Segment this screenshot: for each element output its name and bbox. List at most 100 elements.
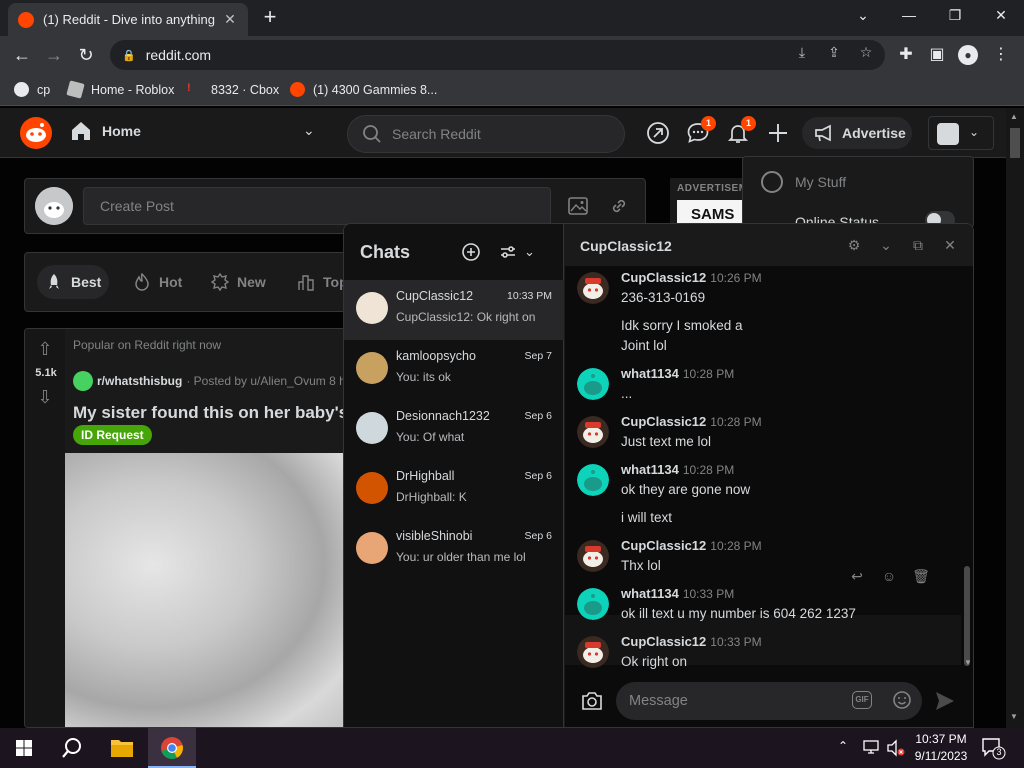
- sort-hot-tab[interactable]: Hot: [125, 265, 190, 299]
- chat-message[interactable]: CupClassic12 10:26 PM 236-313-0169 Idk sorr…: [565, 270, 961, 353]
- chat-list-item[interactable]: Desionnach1232 Sep 6 You: Of what: [344, 400, 564, 460]
- filter-icon[interactable]: [498, 242, 518, 262]
- chat-list-item[interactable]: DrHighball Sep 6 DrHighball: K: [344, 460, 564, 520]
- chat-message[interactable]: what1134 10:28 PM ok they are gone now i wi…: [565, 462, 961, 525]
- popular-arrow-icon[interactable]: [646, 121, 670, 145]
- chat-message[interactable]: what1134 10:28 PM...: [565, 366, 961, 414]
- chat-message[interactable]: CupClassic12 10:28 PM Just text me lol: [565, 414, 961, 462]
- extensions-puzzle-icon[interactable]: ✚: [895, 44, 917, 66]
- chat-list-title: Chats: [360, 242, 411, 262]
- message-author[interactable]: CupClassic12 10:26 PM: [621, 270, 762, 285]
- subreddit-link[interactable]: r/whatsthisbug: [97, 374, 182, 388]
- maximize-button[interactable]: ❐: [932, 0, 978, 32]
- sort-new-tab[interactable]: New: [203, 265, 274, 299]
- post-title[interactable]: My sister found this on her baby's: [73, 403, 348, 423]
- message-author[interactable]: CupClassic12 10:28 PM: [621, 414, 762, 429]
- message-author[interactable]: CupClassic12 10:33 PM: [621, 634, 762, 649]
- system-clock[interactable]: 10:37 PM 9/11/2023: [906, 731, 976, 765]
- notification-bell-icon[interactable]: 1: [726, 116, 756, 145]
- scroll-up-arrow-icon[interactable]: ▲: [1010, 112, 1018, 121]
- side-panel-icon[interactable]: ▣: [926, 44, 948, 66]
- reddit-logo-icon[interactable]: [20, 117, 52, 149]
- message-author[interactable]: what1134 10:33 PM: [621, 586, 734, 601]
- conversation-title: CupClassic12: [580, 238, 672, 254]
- chat-list-item[interactable]: kamloopsycho Sep 7 You: its ok: [344, 340, 564, 400]
- scroll-down-arrow-icon[interactable]: ▼: [964, 658, 972, 667]
- new-chat-icon[interactable]: [461, 242, 481, 262]
- chat-list-item[interactable]: visibleShinobi Sep 6 You: ur older than me…: [344, 520, 564, 580]
- downvote-arrow-icon[interactable]: ⇩: [35, 387, 55, 407]
- bookmark-item[interactable]: Home - Roblox: [66, 80, 174, 99]
- emoji-icon[interactable]: [892, 690, 912, 710]
- windows-start-icon[interactable]: [0, 728, 48, 768]
- image-upload-icon[interactable]: [567, 196, 589, 216]
- user-avatar[interactable]: [35, 187, 73, 225]
- share-icon[interactable]: ⇪: [824, 42, 844, 62]
- gif-button[interactable]: GIF: [852, 691, 872, 709]
- scrollbar-thumb[interactable]: [1010, 128, 1020, 158]
- react-emoji-icon[interactable]: ☺: [880, 567, 898, 585]
- create-post-input[interactable]: [83, 187, 551, 225]
- install-app-icon[interactable]: ⤓: [792, 42, 812, 62]
- camera-icon[interactable]: [581, 691, 603, 711]
- chat-message[interactable]: what1134 10:33 PM ok ill text u my number …: [565, 586, 961, 634]
- tab-search-chevron-icon[interactable]: ⌄: [840, 0, 886, 32]
- delete-trash-icon[interactable]: 🗑: [912, 567, 930, 585]
- minimize-button[interactable]: —: [886, 0, 932, 32]
- chevron-down-icon[interactable]: ⌄: [303, 122, 315, 139]
- advertise-button[interactable]: Advertise: [802, 117, 912, 149]
- chat-list-item[interactable]: CupClassic12 10:33 PM CupClassic12: Ok rig…: [344, 280, 564, 340]
- send-icon[interactable]: [934, 690, 956, 712]
- chat-icon[interactable]: 1: [686, 116, 716, 145]
- profile-avatar-icon[interactable]: ●: [958, 45, 978, 65]
- scroll-down-arrow-icon[interactable]: ▼: [1010, 712, 1018, 721]
- close-icon[interactable]: ✕: [941, 236, 959, 254]
- upvote-arrow-icon[interactable]: ⇧: [35, 339, 55, 359]
- search-input[interactable]: [392, 126, 592, 142]
- popout-icon[interactable]: ⧉: [909, 236, 927, 254]
- search-icon[interactable]: [48, 728, 96, 768]
- close-window-button[interactable]: ✕: [978, 0, 1024, 32]
- message-author[interactable]: CupClassic12 10:28 PM: [621, 538, 762, 553]
- reload-button[interactable]: ↻: [72, 41, 100, 69]
- create-plus-icon[interactable]: [766, 121, 790, 145]
- home-dropdown[interactable]: Home: [70, 120, 141, 142]
- forward-button[interactable]: →: [40, 41, 68, 69]
- post-image[interactable]: [65, 453, 355, 727]
- scrollbar-thumb[interactable]: [964, 566, 970, 666]
- bookmark-item[interactable]: cp: [14, 82, 50, 97]
- bookmark-item[interactable]: ! 8332 · Cbox: [187, 82, 279, 97]
- bookmark-item[interactable]: (1) 4300 Gammies 8...: [290, 82, 437, 97]
- my-stuff-item[interactable]: My Stuff: [761, 171, 846, 193]
- address-bar[interactable]: 🔒 reddit.com: [110, 40, 885, 70]
- chrome-taskbar-icon[interactable]: [148, 728, 196, 768]
- chat-message[interactable]: CupClassic12 10:33 PM Ok right on: [565, 634, 961, 671]
- chat-message[interactable]: CupClassic12 10:28 PM Thx lol: [565, 538, 961, 586]
- message-author[interactable]: what1134 10:28 PM: [621, 462, 734, 477]
- gear-icon[interactable]: ⚙: [845, 236, 863, 254]
- message-input[interactable]: [616, 682, 922, 720]
- chrome-menu-icon[interactable]: ⋮: [990, 44, 1012, 66]
- back-button[interactable]: ←: [8, 41, 36, 69]
- message-author[interactable]: what1134 10:28 PM: [621, 366, 734, 381]
- message-text: Idk sorry I smoked a: [621, 318, 743, 333]
- post-flair[interactable]: ID Request: [73, 425, 152, 445]
- file-explorer-icon[interactable]: [98, 728, 146, 768]
- chevron-down-icon[interactable]: ⌄: [877, 236, 895, 254]
- sort-best-tab[interactable]: Best: [37, 265, 110, 299]
- page-scrollbar[interactable]: ▲ ▼: [1006, 108, 1024, 728]
- new-tab-button[interactable]: +: [258, 6, 282, 30]
- tray-chevron-up-icon[interactable]: ⌃: [838, 739, 848, 753]
- reply-icon[interactable]: ↩: [848, 567, 866, 585]
- messages-scrollbar[interactable]: ▼: [961, 266, 973, 671]
- volume-muted-icon[interactable]: [886, 739, 906, 757]
- link-icon[interactable]: [609, 196, 629, 216]
- bookmark-star-icon[interactable]: ☆: [856, 42, 876, 62]
- notification-center-icon[interactable]: 3: [980, 736, 1006, 760]
- browser-tab[interactable]: (1) Reddit - Dive into anything ✕: [8, 3, 248, 36]
- chevron-down-icon[interactable]: ⌄: [524, 242, 544, 262]
- search-bar[interactable]: [347, 115, 625, 153]
- tab-close-icon[interactable]: ✕: [222, 11, 238, 28]
- user-menu-button[interactable]: ⌄: [928, 116, 994, 150]
- network-icon[interactable]: [862, 739, 880, 755]
